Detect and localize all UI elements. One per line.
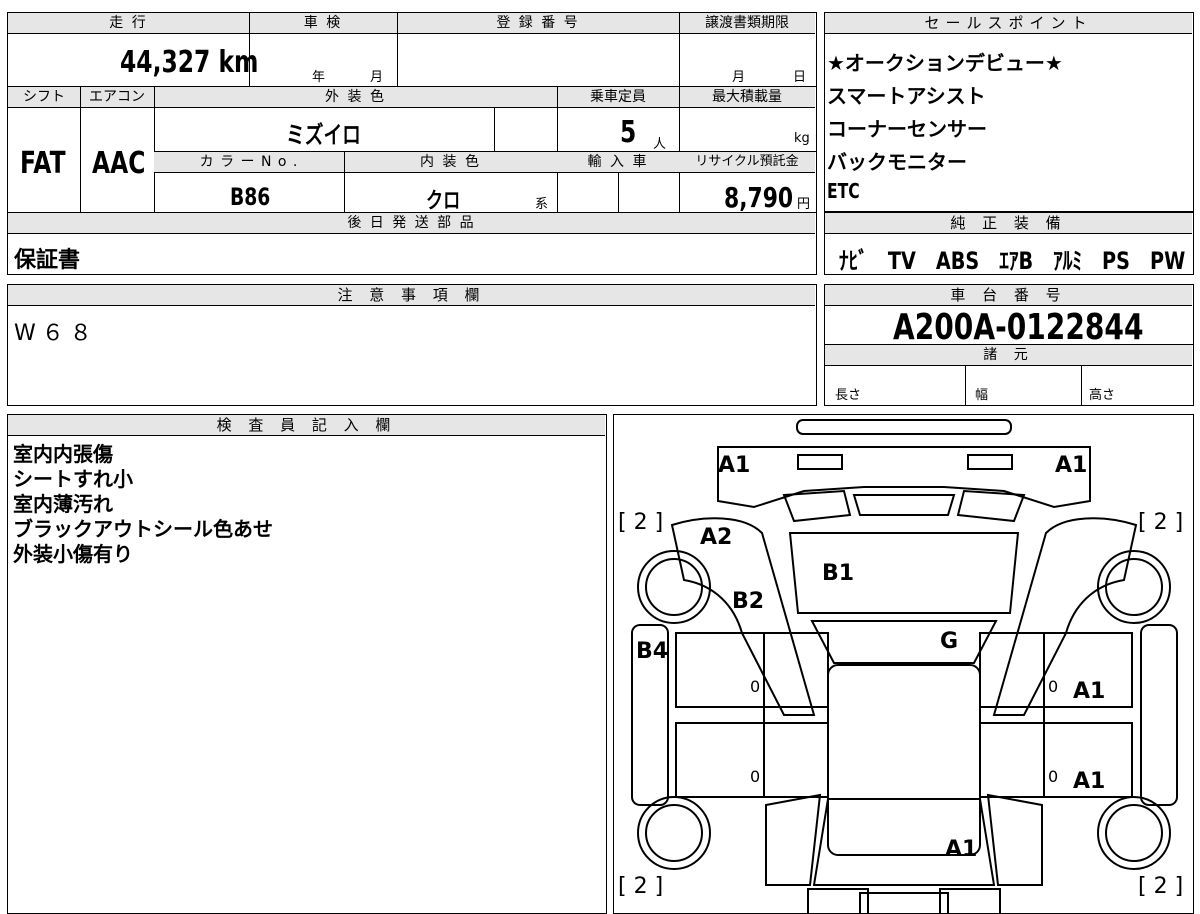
wheel-rear-left	[637, 796, 711, 870]
inspector-line-5: 外装小傷有り	[13, 542, 133, 566]
front-spoiler	[796, 419, 1012, 435]
color-no-value: B86	[230, 183, 271, 211]
door-indicator-fr: 0	[1048, 677, 1059, 696]
notes-value: W６８	[14, 321, 98, 346]
inspection-header: 車 検	[249, 13, 397, 34]
roof	[827, 664, 981, 856]
mark-hood: B1	[822, 561, 855, 586]
inspection-month: 月	[370, 70, 384, 85]
front-bumper	[717, 446, 1091, 509]
inspection-year: 年	[312, 70, 326, 85]
recycle-header: リサイクル預託金	[679, 152, 815, 173]
wheel-front-right	[1097, 550, 1171, 624]
height-label: 高さ	[1089, 388, 1116, 403]
inspector-panel: 検 査 員 記 入 欄 室内内張傷 シートすれ小 室内薄汚れ ブラックアウトシー…	[7, 414, 607, 914]
equip-airbag: ｴｱB	[999, 247, 1034, 275]
mark-fender-left: A2	[700, 525, 733, 550]
later-parts-header: 後 日 発 送 部 品	[8, 213, 815, 234]
equip-tv: TV	[887, 247, 916, 275]
wheel-rear-right	[1097, 796, 1171, 870]
color-no-header: カ ラ ー N o .	[154, 152, 344, 173]
mark-front-left: A1	[718, 453, 751, 478]
capacity-header: 乗車定員	[557, 87, 679, 108]
side-sill-right	[1140, 624, 1178, 806]
chassis-header: 車 台 番 号	[825, 285, 1192, 306]
sales-point-2: スマートアシスト	[827, 84, 986, 108]
notes-panel: 注 意 事 項 欄 W６８	[7, 284, 817, 406]
door-indicator-rl: 0	[750, 767, 761, 786]
ac-header: エアコン	[80, 87, 154, 108]
tire-count-front-left: [ 2 ]	[618, 510, 664, 535]
equip-ps: PS	[1102, 247, 1130, 275]
ac-value: AAC	[92, 146, 146, 181]
interior-suffix: 系	[535, 197, 549, 212]
equipment-header: 純 正 装 備	[825, 213, 1192, 234]
mark-windshield: G	[940, 629, 959, 654]
exterior-header: 外 装 色	[154, 87, 557, 108]
mileage-header: 走 行	[8, 13, 249, 34]
width-label: 幅	[975, 388, 989, 403]
registration-header: 登 録 番 号	[397, 13, 679, 34]
sales-point-3: コーナーセンサー	[827, 117, 987, 141]
damage-diagram-panel: A1 A1 A2 B1 B2 B4 G A1 A1 A1 [ 2 ] [ 2 ]…	[613, 414, 1194, 914]
chassis-panel: 車 台 番 号 A200A-0122844 諸 元 長さ 幅 高さ	[824, 284, 1194, 406]
sales-point-4: バックモニター	[827, 150, 967, 174]
sales-points-header: セールスポイント	[825, 13, 1192, 34]
headlight-left	[797, 454, 843, 470]
tire-count-rear-right: [ 2 ]	[1138, 874, 1184, 899]
specs-header: 諸 元	[825, 345, 1192, 366]
door-indicator-rr: 0	[1048, 767, 1059, 786]
windshield	[810, 620, 998, 664]
inspector-header: 検 査 員 記 入 欄	[8, 415, 605, 436]
shift-value: FAT	[20, 146, 66, 181]
inspector-line-3: 室内薄汚れ	[13, 492, 113, 516]
capacity-unit: 人	[653, 137, 667, 152]
interior-value: クロ	[426, 189, 461, 214]
equip-navi: ﾅﾋﾞ	[839, 247, 868, 275]
tire-count-front-right: [ 2 ]	[1138, 510, 1184, 535]
wheel-front-left	[637, 550, 711, 624]
inspector-line-2: シートすれ小	[13, 467, 133, 491]
equip-alloy: ｱﾙﾐ	[1053, 247, 1082, 275]
sales-points-panel: セールスポイント ★オークションデビュー★ スマートアシスト コーナーセンサー …	[824, 12, 1194, 212]
equip-pw: PW	[1150, 247, 1186, 275]
equip-abs: ABS	[935, 247, 980, 275]
chassis-value: A200A-0122844	[893, 307, 1144, 348]
mark-front-right: A1	[1055, 453, 1088, 478]
mark-door-rear-right: A1	[1073, 769, 1106, 794]
transfer-day: 日	[793, 70, 807, 85]
maxload-header: 最大積載量	[679, 87, 815, 108]
transfer-header: 譲渡書類期限	[679, 13, 815, 34]
headlight-right	[967, 454, 1013, 470]
tire-count-rear-left: [ 2 ]	[618, 874, 664, 899]
equipment-list: ﾅﾋﾞ TV ABS ｴｱB ｱﾙﾐ PS PW	[839, 241, 1185, 276]
capacity-value: 5	[620, 115, 637, 150]
transfer-month: 月	[732, 70, 746, 85]
mark-rear: A1	[945, 837, 978, 862]
mileage-value: 44,327 km	[120, 45, 259, 80]
vehicle-info-panel: 走 行 車 検 登 録 番 号 譲渡書類期限 44,327 km 年 月 月 日…	[7, 12, 817, 275]
length-label: 長さ	[835, 388, 862, 403]
inspector-lines: 室内内張傷 シートすれ小 室内薄汚れ ブラックアウトシール色あせ 外装小傷有り	[13, 442, 273, 567]
maxload-unit: kg	[794, 131, 810, 146]
exterior-value: ミズイロ	[286, 121, 361, 149]
shift-header: シフト	[8, 87, 80, 108]
import-header: 輸 入 車	[557, 152, 679, 173]
car-diagram	[631, 419, 1178, 913]
sales-point-5: ETC	[827, 179, 860, 203]
interior-header: 内 装 色	[344, 152, 557, 173]
sales-point-1: ★オークションデビュー★	[827, 51, 1063, 75]
inspector-line-1: 室内内張傷	[13, 442, 113, 466]
inspector-line-4: ブラックアウトシール色あせ	[13, 517, 273, 541]
mark-pillar-left: B2	[732, 589, 765, 614]
mark-side-left: B4	[636, 639, 669, 664]
equipment-panel: 純 正 装 備 ﾅﾋﾞ TV ABS ｴｱB ｱﾙﾐ PS PW	[824, 212, 1194, 275]
notes-header: 注 意 事 項 欄	[8, 285, 815, 306]
later-parts-value: 保証書	[14, 248, 81, 273]
recycle-unit: 円	[797, 197, 811, 212]
mark-door-front-right: A1	[1073, 679, 1106, 704]
door-indicator-fl: 0	[750, 677, 761, 696]
